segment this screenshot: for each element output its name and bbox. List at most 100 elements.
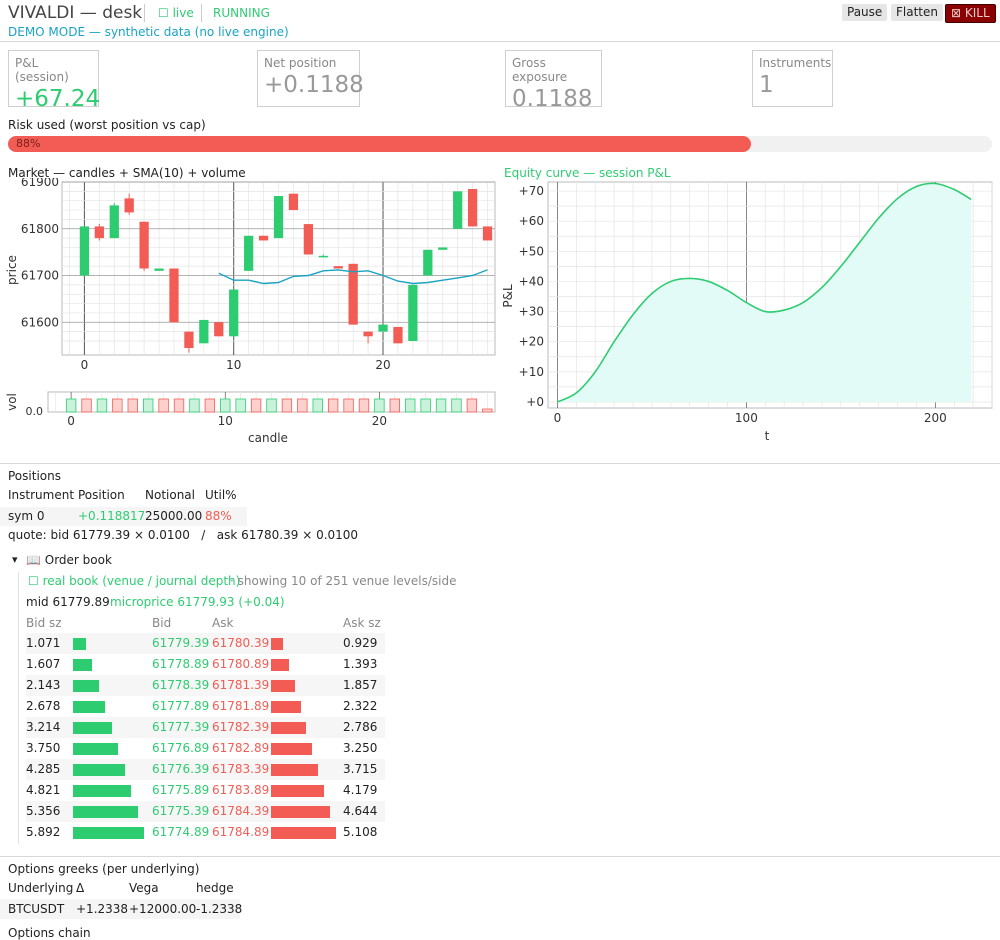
volume-bar (374, 398, 385, 413)
ask-size: 3.715 (343, 762, 378, 776)
pnl-tick-label: +0 (526, 395, 544, 409)
ask-price: 61782.39 (212, 720, 270, 734)
pnl-card: P&L (session) +67.24 (8, 50, 100, 112)
risk-fill: 88% (8, 136, 751, 152)
volume-bar (65, 398, 77, 413)
volume-bar (189, 398, 200, 413)
candle-body (333, 266, 343, 269)
bid-depth-bar (73, 680, 99, 692)
ob-header-ask-sz: Ask sz (343, 616, 381, 630)
orderbook-row: 1.607 61778.89 61780.89 1.393 (26, 654, 385, 675)
greeks-delta: +1.2338 (76, 902, 129, 916)
orderbook-title[interactable]: 📖 Order book (26, 553, 112, 567)
volume-bar (250, 398, 262, 413)
bid-size: 5.356 (26, 804, 61, 818)
pnl-tick-label: +60 (519, 214, 544, 228)
gross-exposure-card: Gross exposure 0.1188 (505, 50, 602, 112)
positions-header-position: Position (78, 488, 125, 502)
volume-bar (112, 398, 123, 413)
volume-bar (466, 398, 478, 413)
positions-header-instrument: Instrument (8, 488, 75, 502)
charts-separator (0, 463, 1000, 464)
vol-axis-label: vol (5, 393, 19, 411)
orderbook-row: 5.892 61774.89 61784.89 5.108 (26, 822, 385, 843)
orderbook-toggle-icon[interactable]: ▾ (12, 553, 18, 566)
ask-size: 0.929 (343, 636, 378, 650)
candle-body (378, 324, 388, 332)
microprice: microprice 61779.93 (+0.04) (110, 595, 285, 609)
quote-line: quote: bid 61779.39 × 0.0100 / ask 61780… (8, 528, 359, 542)
pnl-tick-label: +20 (519, 335, 544, 349)
candle-body (348, 263, 358, 325)
greeks-header-underlying: Underlying (8, 881, 74, 895)
ask-price: 61782.89 (212, 741, 270, 755)
t-tick-label: 100 (735, 411, 758, 425)
bid-size: 2.143 (26, 678, 61, 692)
vol-x-tick-label: 0 (67, 414, 75, 428)
candle-body (244, 235, 254, 271)
ask-size: 4.644 (343, 804, 378, 818)
ask-price: 61784.39 (212, 804, 270, 818)
candle-body (408, 284, 418, 341)
ask-price: 61781.39 (212, 678, 270, 692)
candle-body (184, 331, 194, 348)
net-position-label: Net position (264, 56, 337, 70)
net-position-card: Net position +0.1188 (257, 50, 364, 107)
pause-button[interactable]: Pause (842, 4, 888, 21)
pnl-card-value: +67.24 (15, 86, 101, 112)
pnl-tick-label: +50 (519, 244, 544, 258)
ask-depth-bar (271, 764, 319, 776)
volume-bar (405, 398, 416, 413)
ask-depth-bar (271, 806, 331, 818)
instruments-value: 1 (759, 72, 774, 98)
candle-tick-label: 10 (226, 358, 241, 372)
bid-size: 3.214 (26, 720, 61, 734)
price-tick-label: 61700 (21, 269, 59, 283)
bid-price: 61776.89 (152, 741, 210, 755)
levels-showing: · showing 10 of 251 venue levels/side (230, 574, 457, 588)
greeks-row[interactable]: BTCUSDT +1.2338 +12000.00 -1.2338 (0, 899, 242, 919)
pnl-axis-label: P&L (501, 284, 515, 308)
volume-bar (81, 398, 92, 413)
header-divider (144, 4, 145, 22)
ask-depth-bar (271, 638, 283, 650)
volume-bar (143, 398, 154, 413)
price-axis-label: price (5, 255, 19, 285)
volume-bar (158, 398, 169, 413)
bid-size: 2.678 (26, 699, 61, 713)
kill-button[interactable]: ⊠ KILL (945, 4, 996, 23)
pnl-tick-label: +70 (519, 184, 544, 198)
bid-size: 4.285 (26, 762, 61, 776)
pnl-card-label: P&L (session) (15, 56, 69, 84)
t-tick-label: 200 (924, 411, 947, 425)
live-toggle[interactable]: ☐ live (158, 6, 194, 20)
greeks-title: Options greeks (per underlying) (8, 862, 200, 876)
ask-size: 1.393 (343, 657, 378, 671)
candle-body (258, 235, 269, 241)
candle-body (214, 322, 224, 337)
ask-price: 61780.39 (212, 636, 270, 650)
bid-price: 61777.39 (152, 720, 210, 734)
positions-row[interactable]: sym 0 +0.118817 25000.00 88% (0, 507, 247, 526)
real-book-toggle[interactable]: ☐ real book (venue / journal depth) (28, 574, 240, 588)
candle-axis-label: candle (248, 431, 288, 445)
ask-depth-bar (271, 680, 295, 692)
ask-price: 61783.89 (212, 783, 270, 797)
bid-depth-bar (73, 701, 106, 713)
greeks-header-hedge: hedge (196, 881, 234, 895)
volume-bar (297, 398, 308, 413)
volume-bar (358, 398, 370, 413)
candle-body (453, 191, 463, 229)
candle-body (199, 319, 209, 344)
ask-price: 61781.89 (212, 699, 270, 713)
volume-bar (435, 398, 447, 413)
candle-body (169, 268, 179, 323)
orderbook-row: 3.214 61777.39 61782.39 2.786 (26, 717, 385, 738)
flatten-button[interactable]: Flatten (891, 4, 943, 21)
candle-body (363, 331, 373, 337)
orderbook-row: 1.071 61779.39 61780.39 0.929 (26, 633, 385, 654)
volume-bar (482, 408, 493, 413)
price-tick-label: 61800 (21, 222, 59, 236)
ask-size: 2.322 (343, 699, 378, 713)
candle-body (318, 255, 328, 258)
